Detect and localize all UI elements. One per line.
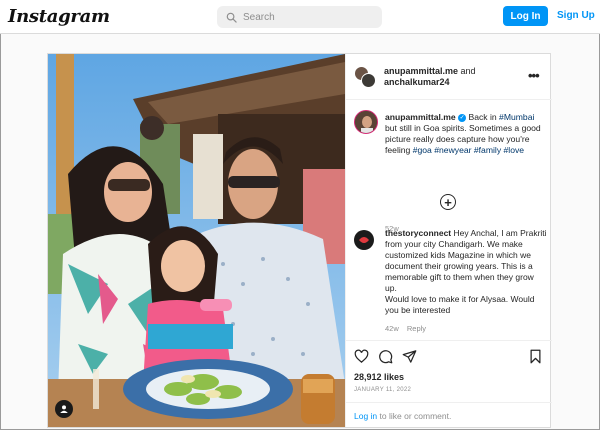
brand-logo-icon	[359, 237, 369, 243]
heart-icon[interactable]	[354, 349, 369, 364]
hashtag-link[interactable]: #goa	[413, 145, 432, 155]
login-button[interactable]: Log In	[503, 6, 548, 26]
post-authors: anupammittal.me and anchalkumar24	[384, 66, 476, 88]
avatar[interactable]	[354, 110, 378, 134]
search-box[interactable]	[217, 6, 382, 28]
comment-meta: 42w Reply	[385, 324, 432, 333]
likes-count[interactable]: 28,912 likes	[354, 372, 404, 382]
post-actions: 28,912 likes JANUARY 11, 2022 Log in to …	[346, 340, 552, 428]
post-photo[interactable]	[48, 54, 345, 427]
comment-time[interactable]: 42w	[385, 324, 399, 333]
instagram-logo[interactable]: Instagram	[8, 6, 110, 27]
search-input[interactable]	[243, 11, 373, 23]
bookmark-icon[interactable]	[528, 349, 543, 364]
coauthor-username[interactable]: anchalkumar24	[384, 77, 450, 87]
profile-photo	[355, 111, 377, 133]
user-icon	[60, 405, 68, 413]
author-avatars[interactable]	[354, 66, 376, 88]
and-text: and	[460, 66, 476, 76]
hashtag-link[interactable]: #Mumbai	[499, 112, 534, 122]
hashtag-link[interactable]: #family	[474, 145, 501, 155]
caption-username[interactable]: anupammittal.me	[385, 112, 456, 122]
avatar[interactable]	[361, 73, 376, 88]
share-icon[interactable]	[402, 349, 417, 364]
caption-text: anupammittal.me ✓ Back in #Mumbai but st…	[385, 112, 545, 156]
login-link[interactable]: Log in	[354, 411, 377, 421]
post-card: anupammittal.me and anchalkumar24 ••• an…	[47, 53, 552, 428]
family-photo-image	[48, 54, 345, 427]
post-header: anupammittal.me and anchalkumar24 •••	[346, 54, 552, 100]
comment-username[interactable]: thestoryconnect	[385, 228, 451, 238]
more-options-icon[interactable]: •••	[528, 68, 540, 83]
post-sidebar: anupammittal.me and anchalkumar24 ••• an…	[345, 54, 552, 428]
author-username[interactable]: anupammittal.me	[384, 66, 458, 76]
post-date[interactable]: JANUARY 11, 2022	[354, 387, 411, 393]
verified-badge-icon: ✓	[458, 113, 467, 122]
reply-link[interactable]: Reply	[407, 324, 426, 333]
tagged-users-button[interactable]	[55, 400, 73, 418]
search-icon	[226, 12, 237, 23]
comment-text: thestoryconnect Hey Anchal, I am Prakrit…	[385, 228, 547, 316]
caption-body: Back in	[466, 112, 500, 122]
login-prompt: Log in to like or comment.	[346, 402, 552, 421]
comment-body: Would love to make it for Alysaa. Would …	[385, 294, 535, 315]
signup-link[interactable]: Sign Up	[557, 10, 595, 21]
load-more-comments-icon[interactable]: +	[440, 194, 456, 210]
top-nav: Instagram Log In Sign Up	[0, 0, 600, 34]
hashtag-link[interactable]: #love	[504, 145, 525, 155]
avatar[interactable]	[354, 230, 374, 250]
hashtag-link[interactable]: #newyear	[434, 145, 471, 155]
comment-icon[interactable]	[378, 349, 393, 364]
login-prompt-text: to like or comment.	[377, 411, 452, 421]
